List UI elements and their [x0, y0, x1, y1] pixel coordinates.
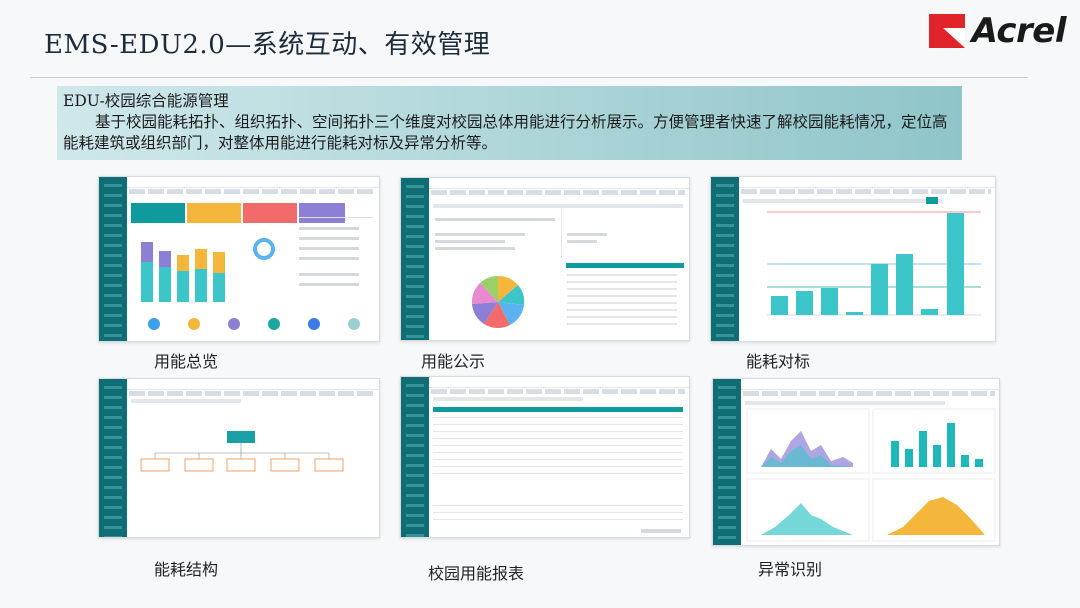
report-caption: 校园用能报表 [428, 564, 525, 583]
overview-caption: 用能总览 [154, 352, 219, 371]
publicity-caption: 用能公示 [421, 352, 486, 371]
report-screenshot [400, 376, 690, 538]
benchmark-screenshot [710, 176, 996, 342]
anomaly-caption: 异常识别 [758, 560, 823, 579]
description-heading: EDU-校园综合能源管理 [63, 92, 229, 110]
structure-caption: 能耗结构 [154, 560, 219, 579]
structure-screenshot [98, 378, 380, 538]
description-box: EDU-校园综合能源管理 基于校园能耗拓扑、组织拓扑、空间拓扑三个维度对校园总体… [57, 86, 962, 160]
acrel-logo-text: Acrel [971, 11, 1067, 51]
anomaly-screenshot [712, 378, 1000, 546]
overview-screenshot [98, 176, 380, 342]
acrel-logo-icon [928, 13, 966, 49]
publicity-screenshot [400, 177, 690, 341]
benchmark-caption: 能耗对标 [746, 352, 811, 371]
slide-title: EMS-EDU2.0—系统互动、有效管理 [44, 30, 491, 60]
title-rule [30, 77, 1028, 78]
acrel-logo: Acrel [928, 8, 1067, 54]
description-body: 基于校园能耗拓扑、组织拓扑、空间拓扑三个维度对校园总体用能进行分析展示。方便管理… [63, 113, 948, 152]
